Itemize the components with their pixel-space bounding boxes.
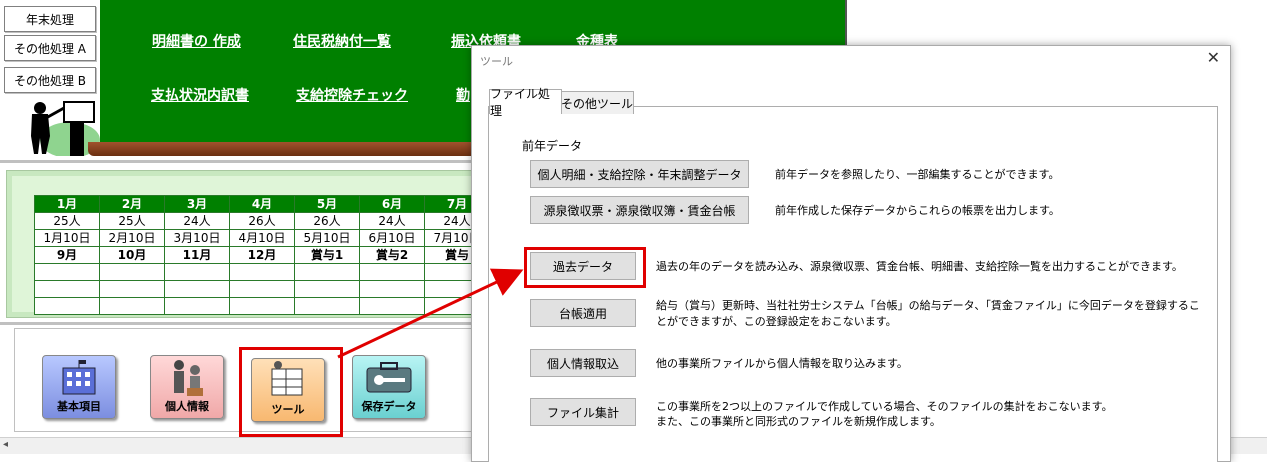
close-icon[interactable]: ✕ [1207,48,1220,67]
case-key-icon [366,362,412,393]
personal-info-label: 個人情報 [165,400,209,413]
file-aggregate-button[interactable]: ファイル集計 [530,398,636,426]
month-header[interactable]: 12月 [229,246,295,264]
link-shiharai[interactable]: 支払状況内訳書 [151,85,249,105]
headcount-cell: 26人 [294,212,360,230]
empty-cell [164,297,230,315]
empty-cell [99,280,165,298]
empty-cell [164,280,230,298]
tab-other-tools[interactable]: その他ツール [560,91,634,114]
month-header[interactable]: 5月 [294,195,360,213]
month-header[interactable]: 3月 [164,195,230,213]
date-cell: 4月10日 [229,229,295,247]
basic-items-button[interactable]: 基本項目 [42,355,116,419]
saved-data-label: 保存データ [361,400,417,413]
link-kinmu[interactable]: 勤 [456,85,470,105]
empty-cell [34,280,100,298]
empty-cell [294,297,360,315]
ledger-apply-desc-line1: 給与（賞与）更新時、当社社労士システム「台帳」の給与データ、「賃金ファイル」に今… [656,299,1200,312]
month-header[interactable]: 10月 [99,246,165,264]
file-aggregate-desc-line1: この事業所を2つ以上のファイルで作成している場合、そのファイルの集計をおこないま… [656,400,1113,413]
headcount-cell: 26人 [229,212,295,230]
past-data-highlight-box [524,247,646,288]
date-cell: 5月10日 [294,229,360,247]
menu-other-a-button[interactable]: その他処理 A [4,35,96,61]
headcount-cell: 25人 [99,212,165,230]
menu-nenmatsu-button[interactable]: 年末処理 [4,6,96,32]
empty-cell [294,263,360,281]
personal-info-button[interactable]: 個人情報 [150,355,224,419]
divider [0,322,480,325]
basic-items-label: 基本項目 [57,400,101,413]
import-personal-info-button[interactable]: 個人情報取込 [530,349,636,377]
link-meisaisho[interactable]: 明細書の 作成 [152,31,241,51]
empty-cell [229,280,295,298]
month-header[interactable]: 2月 [99,195,165,213]
previous-year-reports-desc: 前年作成した保存データからこれらの帳票を出力します。 [775,204,1060,217]
bonus-header[interactable]: 賞与1 [294,246,360,264]
tab-file-processing[interactable]: ファイル処理 [489,87,562,118]
month-header[interactable]: 11月 [164,246,230,264]
previous-year-data-desc: 前年データを参照したり、一部編集することができます。 [775,168,1060,181]
empty-cell [294,280,360,298]
divider [0,160,480,163]
empty-cell [229,263,295,281]
empty-cell [359,280,425,298]
month-header[interactable]: 1月 [34,195,100,213]
headcount-cell: 25人 [34,212,100,230]
file-aggregate-desc-line2: また、この事業所と同形式のファイルを新規作成します。 [656,415,941,428]
headcount-cell: 24人 [359,212,425,230]
scroll-left-icon[interactable]: ◂ [3,439,8,450]
past-data-desc: 過去の年のデータを読み込み、源泉徴収票、賃金台帳、明細書、支給控除一覧を出力する… [656,260,1183,273]
month-header[interactable]: 6月 [359,195,425,213]
empty-cell [164,263,230,281]
month-header[interactable]: 9月 [34,246,100,264]
empty-cell [34,263,100,281]
empty-cell [359,263,425,281]
people-icon [174,360,203,396]
previous-year-reports-button[interactable]: 源泉徴収票・源泉徴収簿・賃金台帳 [530,196,749,224]
month-table: 1月 2月 3月 4月 5月 6月 7月 25人 25人 24人 26人 26人… [34,195,490,315]
link-juminzei[interactable]: 住民税納付一覧 [293,31,391,51]
date-cell: 2月10日 [99,229,165,247]
empty-cell [99,297,165,315]
section-label-previous-year: 前年データ [522,139,583,153]
building-icon [62,360,96,395]
ledger-apply-desc-line2: とができますが、この登録設定をおこないます。 [656,315,897,328]
previous-year-data-button[interactable]: 個人明細・支給控除・年末調整データ [530,160,749,188]
empty-cell [359,297,425,315]
date-cell: 1月10日 [34,229,100,247]
bonus-header[interactable]: 賞与2 [359,246,425,264]
import-personal-info-desc: 他の事業所ファイルから個人情報を取り込みます。 [656,357,908,370]
saved-data-button[interactable]: 保存データ [352,355,426,419]
date-cell: 3月10日 [164,229,230,247]
dialog-title: ツール [480,55,513,68]
empty-cell [34,297,100,315]
empty-cell [99,263,165,281]
ledger-apply-button[interactable]: 台帳適用 [530,299,636,327]
link-shikyu-check[interactable]: 支給控除チェック [296,85,408,105]
empty-cell [229,297,295,315]
headcount-cell: 24人 [164,212,230,230]
date-cell: 6月10日 [359,229,425,247]
tools-highlight-box [239,347,343,437]
month-header[interactable]: 4月 [229,195,295,213]
menu-other-b-button[interactable]: その他処理 B [4,67,96,93]
